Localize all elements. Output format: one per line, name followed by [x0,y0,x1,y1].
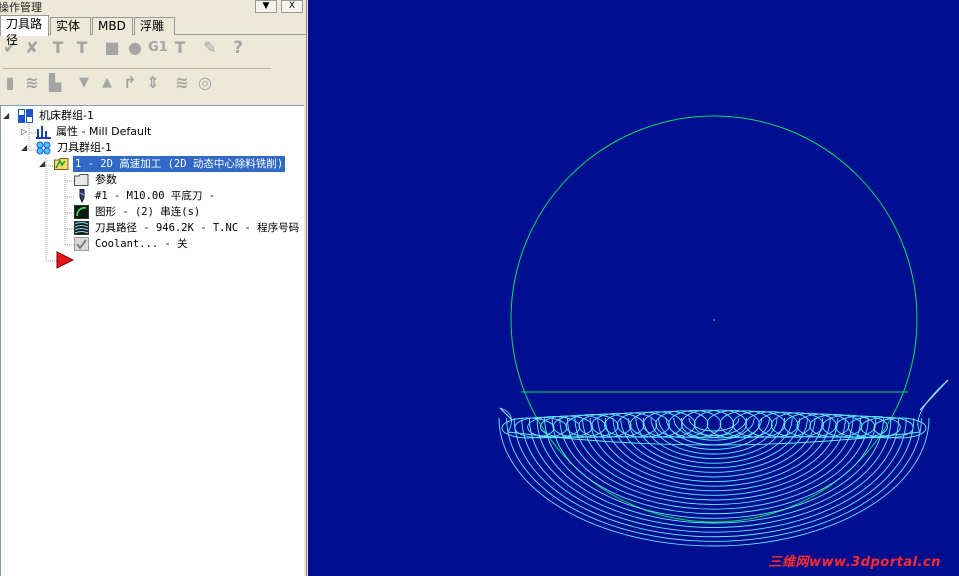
tree-label-parameters: 参数 [95,173,117,186]
help-icon[interactable]: ? [228,38,248,58]
tool-group-icon [36,141,51,155]
g1-post-icon[interactable]: G1 [148,38,168,58]
part-geometry [510,115,918,523]
coolant-icon [74,237,89,251]
visible-icon[interactable]: ◎ [195,73,215,93]
tree-label-tool: #1 - M10.00 平底刀 - [95,190,216,202]
tab-relief[interactable]: 浮雕 [134,17,175,35]
tree-node-coolant[interactable]: Coolant... - 关 [74,236,274,252]
tree-node-tool-group[interactable]: ◢ 刀具群组-1 [21,140,221,156]
tree-label-coolant: Coolant... - 关 [95,238,188,250]
collapse-icon[interactable]: ◢ [39,156,45,172]
regenerate-all-icon[interactable]: T [48,38,68,58]
graphics-viewport[interactable]: 三维网www.3dportal.cn [308,0,959,576]
move-up-icon[interactable]: ▲ [97,73,117,93]
tree-node-properties[interactable]: ▷ 属性 - Mill Default [21,124,221,140]
insert-arrow-icon[interactable]: ↱ [120,73,140,93]
toolbar-row-1: ✔ ✘ T T ■ ● G1 T ✎ ? [0,38,306,68]
backplot-icon[interactable]: ■ [102,38,122,58]
operation-folder-icon [54,158,69,170]
panel-titlebar: 操作管理 ▼ X [0,0,306,14]
wave-icon[interactable]: ≋ [172,73,192,93]
deselect-ops-icon[interactable]: ✘ [22,38,42,58]
origin-point [713,319,715,321]
tab-toolpaths[interactable]: 刀具路径 [0,15,49,47]
expand-icon[interactable]: ▷ [21,124,27,140]
toolbar-row-2: ▮ ≋ ▙ ▼ ▲ ↱ ⇕ ≋ ◎ [0,73,306,103]
tree-node-geometry[interactable]: 图形 - (2) 串连(s) [74,204,294,220]
panel-tabs: 刀具路径 实体 MBD 浮雕 [0,15,306,47]
toolbar-separator [3,68,271,69]
regenerate-dirty-icon[interactable]: T [72,38,92,58]
properties-icon [36,126,51,139]
toolpath-entry-lines [499,379,949,421]
folder-icon [74,174,89,186]
lock-icon[interactable]: ▮ [0,73,20,93]
tree-node-toolpath[interactable]: 刀具路径 - 946.2K - T.NC - 程序号码 [74,220,304,236]
end-mill-icon [79,189,85,203]
tree-node-machine-group[interactable]: ◢ 机床群组-1 [3,108,203,124]
toolpath-display [498,379,949,547]
panel-close-button[interactable]: X [281,0,303,13]
tree-node-operation[interactable]: ◢ 1 - 2D 高速加工 (2D 动态中心除料铣削) [39,156,304,172]
high-feed-icon[interactable]: ✎ [200,38,220,58]
toggle-display-icon[interactable]: T [170,38,190,58]
post-flag-icon[interactable]: ▙ [45,73,65,93]
tree-node-parameters[interactable]: 参数 [74,172,274,188]
operations-manager-panel: 操作管理 ▼ X 刀具路径 实体 MBD 浮雕 ✔ ✘ T T ■ ● G1 T… [0,0,307,576]
tree-label-machine-group: 机床群组-1 [39,109,94,122]
tree-label-geometry: 图形 - (2) 串连(s) [95,206,201,218]
machine-group-icon [18,109,33,123]
toolpath-icon [74,221,89,235]
panel-title: 操作管理 [0,1,42,14]
panel-menu-button[interactable]: ▼ [255,0,277,13]
scroll-icon[interactable]: ⇕ [143,73,163,93]
watermark-text: 三维网www.3dportal.cn [768,555,941,570]
collapse-icon[interactable]: ◢ [21,140,27,156]
tab-mbd[interactable]: MBD [92,17,133,35]
move-down-icon[interactable]: ▼ [74,73,94,93]
tree-label-tool-group: 刀具群组-1 [57,141,112,154]
toolpath-display-icon[interactable]: ≋ [22,73,42,93]
tab-solids[interactable]: 实体 [50,17,91,35]
tree-label-properties: 属性 - Mill Default [56,125,152,138]
insert-arrow-icon[interactable] [56,251,74,269]
geometry-circle [510,115,918,523]
tree-label-toolpath: 刀具路径 - 946.2K - T.NC - 程序号码 [95,222,300,234]
verify-icon[interactable]: ● [125,38,145,58]
geometry-icon [74,205,89,219]
viewport-canvas[interactable] [308,0,959,576]
tree-node-tool[interactable]: #1 - M10.00 平底刀 - [74,188,274,204]
operations-tree[interactable]: ◢ 机床群组-1 ▷ 属性 - Mill Default ◢ 刀具群组-1 ◢ … [0,105,304,576]
tree-label-operation: 1 - 2D 高速加工 (2D 动态中心除料铣削) [73,156,286,172]
collapse-icon[interactable]: ◢ [3,108,9,124]
